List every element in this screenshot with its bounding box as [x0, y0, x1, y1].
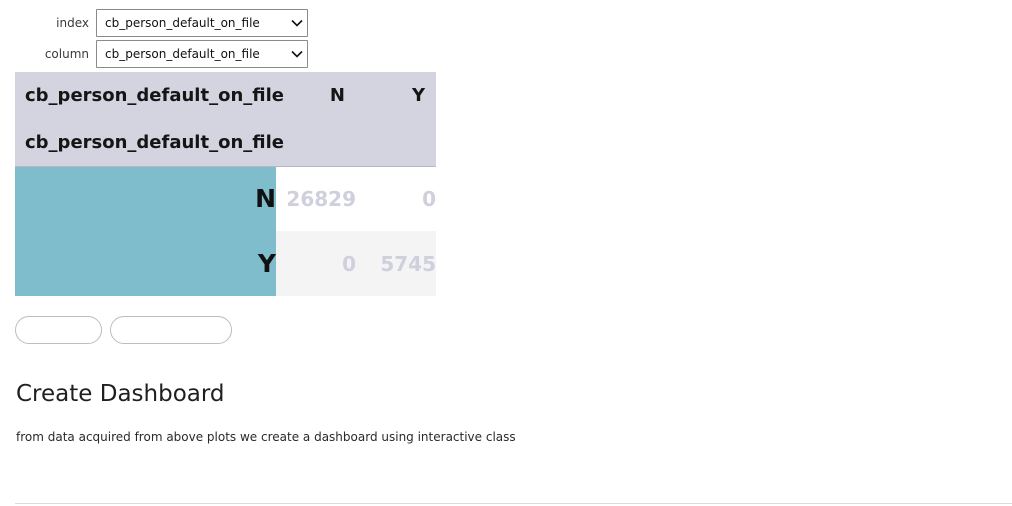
column-header-name: cb_person_default_on_file	[15, 72, 284, 119]
column-label: column	[44, 47, 89, 61]
cell-y-y: 5745	[356, 231, 436, 296]
widget-button-2[interactable]	[110, 316, 232, 344]
pivot-table: cb_person_default_on_file N Y cb_person_…	[15, 72, 436, 296]
index-header-blank	[276, 119, 356, 167]
cell-n-y: 0	[422, 186, 436, 211]
cell-divider	[15, 503, 1012, 504]
chevron-down-icon	[291, 19, 303, 27]
section-description: from data acquired from above plots we c…	[16, 430, 516, 444]
column-select[interactable]: cb_person_default_on_file	[96, 40, 308, 68]
table-row: N 26829 0	[15, 166, 436, 231]
table-row: Y 0 5745	[15, 231, 436, 296]
row-header-y: Y	[15, 231, 276, 296]
row-header-n: N	[15, 166, 276, 231]
widget-button-1[interactable]	[15, 316, 102, 344]
index-select-value: cb_person_default_on_file	[105, 16, 260, 30]
column-header-y: Y	[356, 72, 436, 119]
section-heading: Create Dashboard	[16, 381, 225, 407]
notebook-output: index cb_person_default_on_file column c…	[0, 0, 1012, 506]
index-select[interactable]: cb_person_default_on_file	[96, 9, 308, 37]
index-label: index	[56, 16, 89, 30]
column-header-n: N	[276, 72, 356, 119]
index-control: index cb_person_default_on_file	[0, 9, 308, 37]
column-control: column cb_person_default_on_file	[0, 40, 308, 68]
pivot-index-header-row: cb_person_default_on_file	[15, 119, 436, 167]
index-header-name: cb_person_default_on_file	[15, 119, 284, 167]
cell-n-n: 26829	[286, 186, 356, 211]
chevron-down-icon	[291, 50, 303, 58]
pivot-header-row: cb_person_default_on_file N Y	[15, 72, 436, 119]
cell-y-n: 0	[276, 231, 356, 296]
column-select-value: cb_person_default_on_file	[105, 47, 260, 61]
index-header-blank	[356, 119, 436, 167]
